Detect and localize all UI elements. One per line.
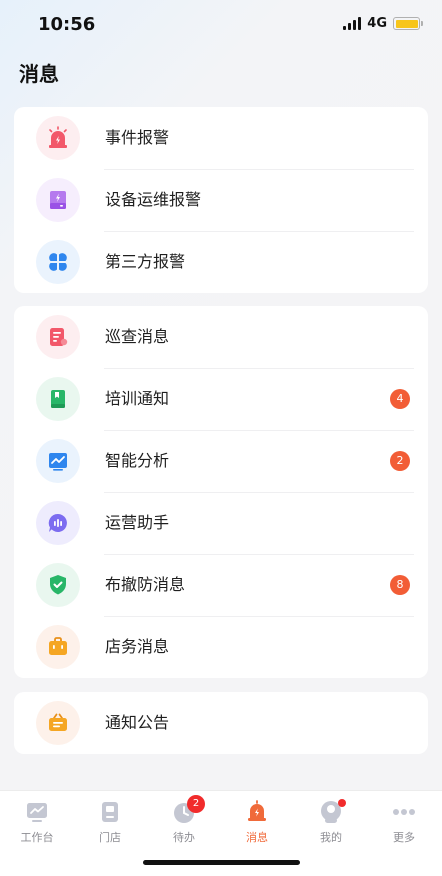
row-label: 第三方报警: [105, 252, 186, 271]
inspection-doc-icon: [36, 315, 80, 359]
page-title: 消息: [19, 62, 59, 86]
message-bell-icon: [244, 799, 270, 825]
alarm-group-card: 事件报警 设备运维报警 第三方报警: [14, 107, 428, 293]
store-icon: [97, 799, 123, 825]
unread-badge: 4: [390, 389, 410, 409]
todo-icon: 2: [171, 795, 205, 825]
unread-badge: 8: [390, 575, 410, 595]
smart-analysis-icon: [36, 439, 80, 483]
row-label: 布撤防消息: [105, 575, 186, 594]
home-indicator: [143, 860, 300, 865]
tab-label: 门店: [99, 831, 121, 844]
row-label: 设备运维报警: [105, 190, 202, 209]
training-book-icon: [36, 377, 80, 421]
tab-label: 工作台: [20, 831, 54, 844]
row-label: 店务消息: [105, 637, 170, 656]
profile-notification-dot: [338, 799, 346, 807]
status-indicators: 4G: [343, 16, 423, 31]
tab-messages[interactable]: 消息: [227, 797, 287, 847]
tab-label: 消息: [246, 831, 268, 844]
announcement-group-card: 通知公告: [14, 692, 428, 754]
row-label: 智能分析: [105, 451, 170, 470]
todo-count-badge: 2: [187, 795, 205, 813]
list-item-store-affairs[interactable]: 店务消息: [14, 616, 428, 678]
more-dots-icon: [391, 799, 417, 825]
tab-workbench[interactable]: 工作台: [7, 797, 67, 847]
list-item-training[interactable]: 培训通知 4: [14, 368, 428, 430]
tab-profile[interactable]: 我的: [301, 797, 361, 847]
list-item-event-alarm[interactable]: 事件报警: [14, 107, 428, 169]
list-item-smart-analysis[interactable]: 智能分析 2: [14, 430, 428, 492]
message-group-card: 巡查消息 培训通知 4 智能分析 2 运营助手 布撤防消息 8 店务消息: [14, 306, 428, 678]
assistant-chat-icon: [36, 501, 80, 545]
tab-store[interactable]: 门店: [80, 797, 140, 847]
status-time: 10:56: [38, 14, 96, 35]
row-label: 培训通知: [105, 389, 170, 408]
list-item-announcement[interactable]: 通知公告: [14, 692, 428, 754]
tab-label: 我的: [320, 831, 342, 844]
row-label: 事件报警: [105, 128, 170, 147]
row-label: 运营助手: [105, 513, 170, 532]
list-item-arm-disarm[interactable]: 布撤防消息 8: [14, 554, 428, 616]
device-alert-icon: [36, 178, 80, 222]
battery-icon: [393, 17, 423, 30]
unread-badge: 2: [390, 451, 410, 471]
announcement-bag-icon: [36, 701, 80, 745]
tab-todo[interactable]: 2 待办: [154, 795, 214, 847]
alarm-siren-icon: [36, 116, 80, 160]
tab-more[interactable]: 更多: [374, 797, 434, 847]
shield-check-icon: [36, 563, 80, 607]
network-type: 4G: [367, 16, 387, 31]
tab-label: 待办: [173, 831, 195, 844]
four-petal-icon: [36, 240, 80, 284]
row-label: 通知公告: [105, 713, 170, 732]
list-item-operations-assistant[interactable]: 运营助手: [14, 492, 428, 554]
status-bar: 10:56 4G: [0, 0, 442, 52]
workbench-icon: [24, 799, 50, 825]
list-item-device-maintenance-alarm[interactable]: 设备运维报警: [14, 169, 428, 231]
list-item-third-party-alarm[interactable]: 第三方报警: [14, 231, 428, 293]
signal-icon: [343, 17, 362, 30]
profile-icon: [318, 799, 346, 825]
store-briefcase-icon: [36, 625, 80, 669]
list-item-inspection[interactable]: 巡查消息: [14, 306, 428, 368]
row-label: 巡查消息: [105, 327, 170, 346]
tab-label: 更多: [393, 831, 415, 844]
